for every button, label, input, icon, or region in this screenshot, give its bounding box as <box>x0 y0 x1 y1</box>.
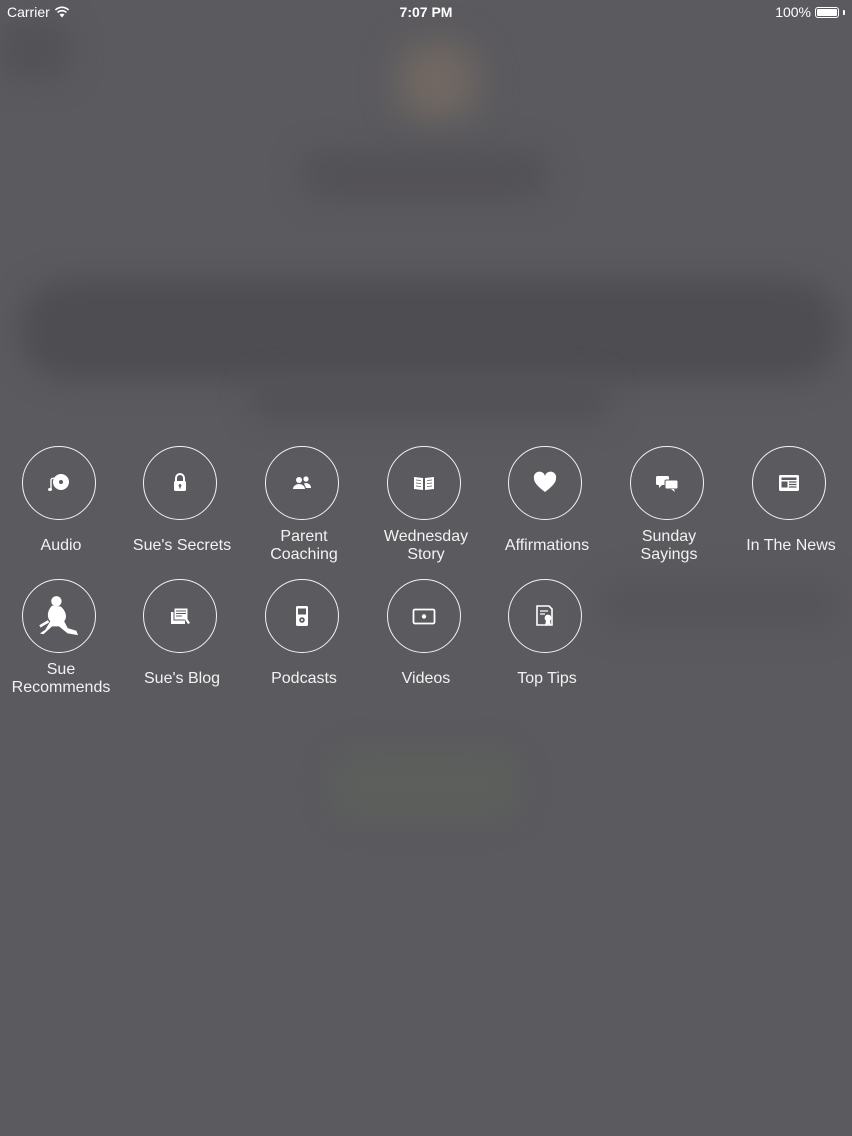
status-bar: Carrier 7:07 PM 100% <box>0 0 852 24</box>
blurred-corner-button <box>0 20 70 80</box>
menu-label-parent-coaching: Parent Coaching <box>270 528 338 563</box>
menu-label-sues-secrets: Sue's Secrets <box>132 537 232 554</box>
blurred-background <box>0 0 852 1136</box>
video-icon <box>412 608 436 625</box>
newspaper-icon <box>779 475 799 491</box>
menu-label-top-tips: Top Tips <box>517 670 577 687</box>
blurred-subtitle <box>250 380 610 420</box>
sue-recommends-button[interactable] <box>22 579 96 653</box>
people-icon <box>293 476 312 489</box>
menu-label-in-the-news: In The News <box>746 537 836 554</box>
blurred-text-block <box>600 580 840 630</box>
padlock-icon <box>174 473 186 491</box>
podcasts-button[interactable] <box>265 579 339 653</box>
videos-button[interactable] <box>387 579 461 653</box>
top-tips-button[interactable] <box>508 579 582 653</box>
certificate-icon <box>536 605 553 626</box>
sunday-sayings-button[interactable] <box>630 446 704 520</box>
menu-label-sunday-sayings: Sunday Sayings <box>640 528 698 563</box>
menu-label-sue-recommends: Sue Recommends <box>11 661 111 696</box>
battery-icon <box>815 6 839 18</box>
sues-blog-button[interactable] <box>143 579 217 653</box>
blurred-title <box>300 150 550 200</box>
clock: 7:07 PM <box>399 4 453 20</box>
menu-label-podcasts: Podcasts <box>271 670 337 687</box>
audio-button[interactable] <box>22 446 96 520</box>
sues-secrets-button[interactable] <box>143 446 217 520</box>
in-the-news-button[interactable] <box>752 446 826 520</box>
wednesday-story-button[interactable] <box>387 446 461 520</box>
menu-label-audio: Audio <box>40 537 82 554</box>
speech-bubbles-icon <box>656 476 679 492</box>
heart-icon <box>533 471 557 492</box>
menu-label-wednesday-story: Wednesday Story <box>383 528 469 563</box>
open-book-icon <box>414 477 434 490</box>
blurred-logo <box>388 36 498 126</box>
blurred-badge <box>330 750 520 820</box>
audio-disc-icon <box>48 474 69 491</box>
menu-label-sues-blog: Sue's Blog <box>144 670 220 687</box>
battery-percent: 100% <box>775 4 811 20</box>
ipod-icon <box>296 606 308 626</box>
parent-coaching-button[interactable] <box>265 446 339 520</box>
affirmations-button[interactable] <box>508 446 582 520</box>
blurred-banner <box>20 280 840 380</box>
menu-label-videos: Videos <box>401 670 451 687</box>
sitting-woman-icon <box>39 596 79 636</box>
blog-icon <box>171 607 190 624</box>
battery-group: 100% <box>775 4 845 20</box>
menu-label-affirmations: Affirmations <box>504 537 590 554</box>
